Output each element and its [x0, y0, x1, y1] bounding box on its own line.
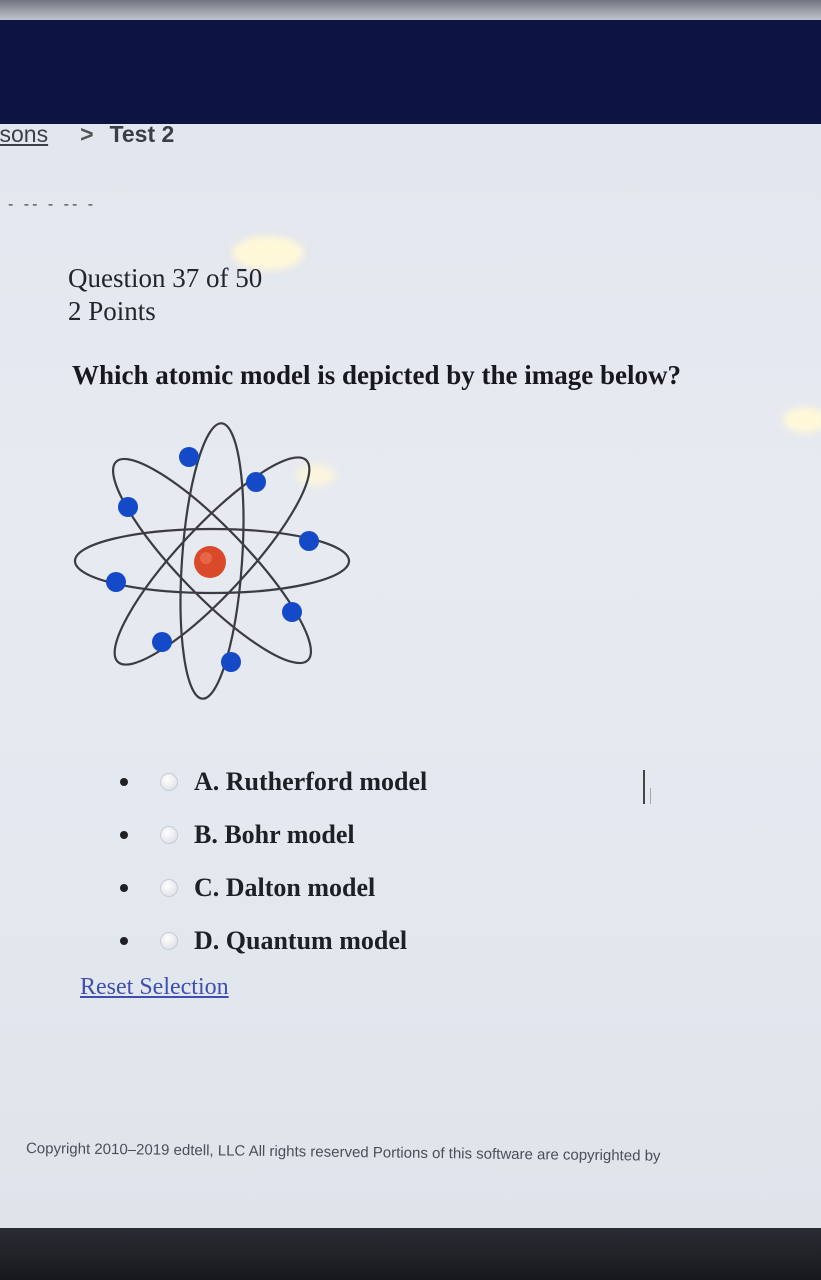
- question-points: 2 Points: [68, 296, 156, 326]
- answer-label[interactable]: B. Bohr model: [194, 820, 355, 850]
- electron: [118, 497, 138, 517]
- electron: [246, 472, 266, 492]
- question-prompt: Which atomic model is depicted by the im…: [72, 360, 681, 390]
- nucleus-highlight: [200, 552, 212, 564]
- radio-button-b[interactable]: [160, 825, 178, 844]
- question-header: Question 37 of 50 2 Points: [68, 262, 262, 328]
- answer-option-d[interactable]: D. Quantum model: [110, 914, 427, 967]
- header-bar: [0, 20, 821, 124]
- reset-selection-link[interactable]: Reset Selection: [80, 974, 229, 1001]
- radio-button-c[interactable]: [160, 878, 178, 897]
- atom-diagram-icon: [73, 422, 351, 700]
- divider: - -- - -- -: [8, 196, 97, 213]
- bullet-icon: [120, 777, 128, 786]
- question-progress: Question 37 of 50: [68, 263, 263, 293]
- answer-label[interactable]: D. Quantum model: [194, 926, 407, 956]
- cursor-shadow: [650, 788, 661, 804]
- electron: [179, 447, 199, 467]
- breadcrumb-lessons-link[interactable]: ssons: [0, 121, 48, 147]
- electron: [152, 632, 172, 652]
- breadcrumb-current: Test 2: [109, 121, 175, 147]
- answer-option-a[interactable]: A. Rutherford model: [110, 755, 427, 808]
- electron: [221, 652, 241, 672]
- answer-label[interactable]: C. Dalton model: [194, 873, 375, 903]
- bullet-icon: [120, 883, 128, 892]
- answer-label[interactable]: A. Rutherford model: [194, 767, 427, 797]
- answer-list: A. Rutherford model B. Bohr model C. Dal…: [110, 755, 427, 967]
- bullet-icon: [120, 936, 128, 945]
- screen-glare: [783, 407, 821, 433]
- electron: [299, 531, 319, 551]
- electron: [106, 572, 126, 592]
- answer-option-c[interactable]: C. Dalton model: [110, 861, 427, 914]
- text-cursor-icon: [643, 770, 645, 804]
- breadcrumb-separator-icon: >: [80, 121, 94, 147]
- screen-top-edge: [0, 0, 821, 22]
- radio-button-a[interactable]: [160, 772, 178, 791]
- electron: [282, 602, 302, 622]
- answer-option-b[interactable]: B. Bohr model: [110, 808, 427, 861]
- radio-button-d[interactable]: [160, 931, 178, 950]
- monitor-bezel: [0, 1228, 821, 1280]
- bullet-icon: [120, 830, 128, 839]
- breadcrumb: ssons > Test 2: [0, 121, 174, 148]
